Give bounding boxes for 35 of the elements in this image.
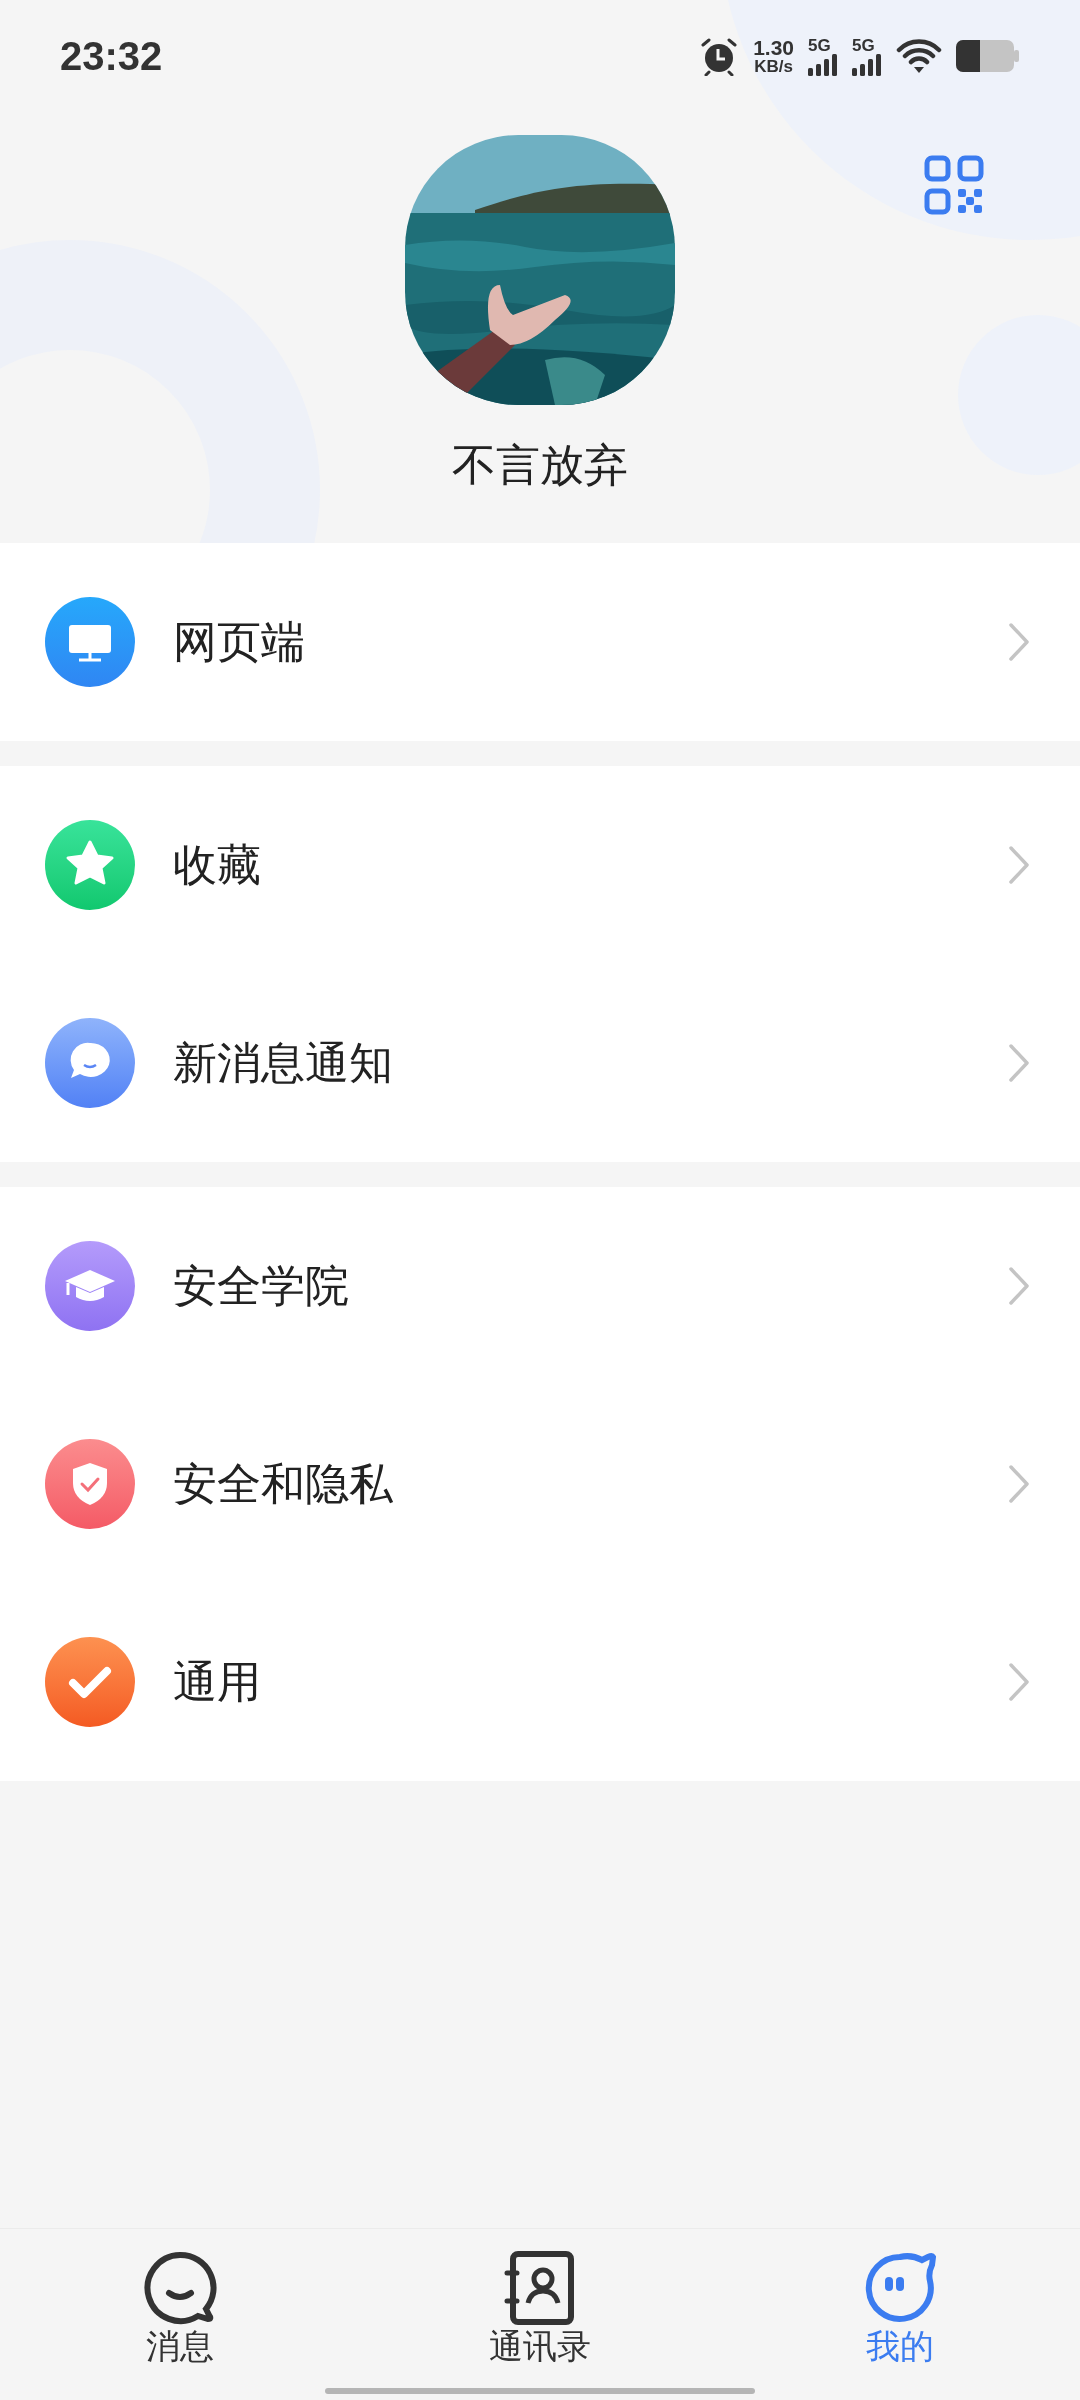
menu-item-label: 新消息通知 <box>173 1037 394 1089</box>
chevron-right-icon <box>1008 1464 1030 1504</box>
chevron-right-icon <box>1008 622 1030 662</box>
chat-bubble-icon <box>143 2251 217 2325</box>
menu-item-label: 收藏 <box>173 839 262 891</box>
face-bubble-icon <box>863 2251 937 2325</box>
nav-tab[interactable]: 消息 <box>0 2229 360 2400</box>
chevron-right-icon <box>1008 1043 1030 1083</box>
chevron-right-icon <box>1008 1662 1030 1702</box>
chevron-right-icon <box>1008 1266 1030 1306</box>
chevron-right-icon <box>1008 845 1030 885</box>
menu-item[interactable]: 新消息通知 <box>0 964 1080 1162</box>
menu-item[interactable]: 网页端 <box>0 543 1080 741</box>
contact-book-icon <box>503 2251 577 2325</box>
battery-icon <box>956 38 1020 74</box>
signal-icon <box>808 53 838 76</box>
menu-item[interactable]: 通用 <box>0 1583 1080 1781</box>
profile-name: 不言放弃 <box>452 443 628 487</box>
menu-item[interactable]: 收藏 <box>0 766 1080 964</box>
network-type: 5G <box>808 36 831 54</box>
nav-tab[interactable]: 通讯录 <box>360 2229 720 2400</box>
menu-item-label: 安全学院 <box>173 1260 350 1312</box>
network-type: 5G <box>852 36 875 54</box>
status-time: 23:32 <box>60 33 163 80</box>
qr-code-icon[interactable] <box>924 155 984 215</box>
menu-item-label: 安全和隐私 <box>173 1458 394 1510</box>
menu-item-label: 通用 <box>173 1656 262 1708</box>
menu-item[interactable]: 安全学院 <box>0 1187 1080 1385</box>
nav-tab[interactable]: 我的 <box>720 2229 1080 2400</box>
wifi-icon <box>896 38 942 74</box>
network-speed: 1.30 <box>753 37 794 58</box>
network-unit: KB/s <box>754 58 793 75</box>
menu-item[interactable]: 安全和隐私 <box>0 1385 1080 1583</box>
signal-icon <box>852 53 882 76</box>
menu-item-label: 网页端 <box>173 616 306 668</box>
